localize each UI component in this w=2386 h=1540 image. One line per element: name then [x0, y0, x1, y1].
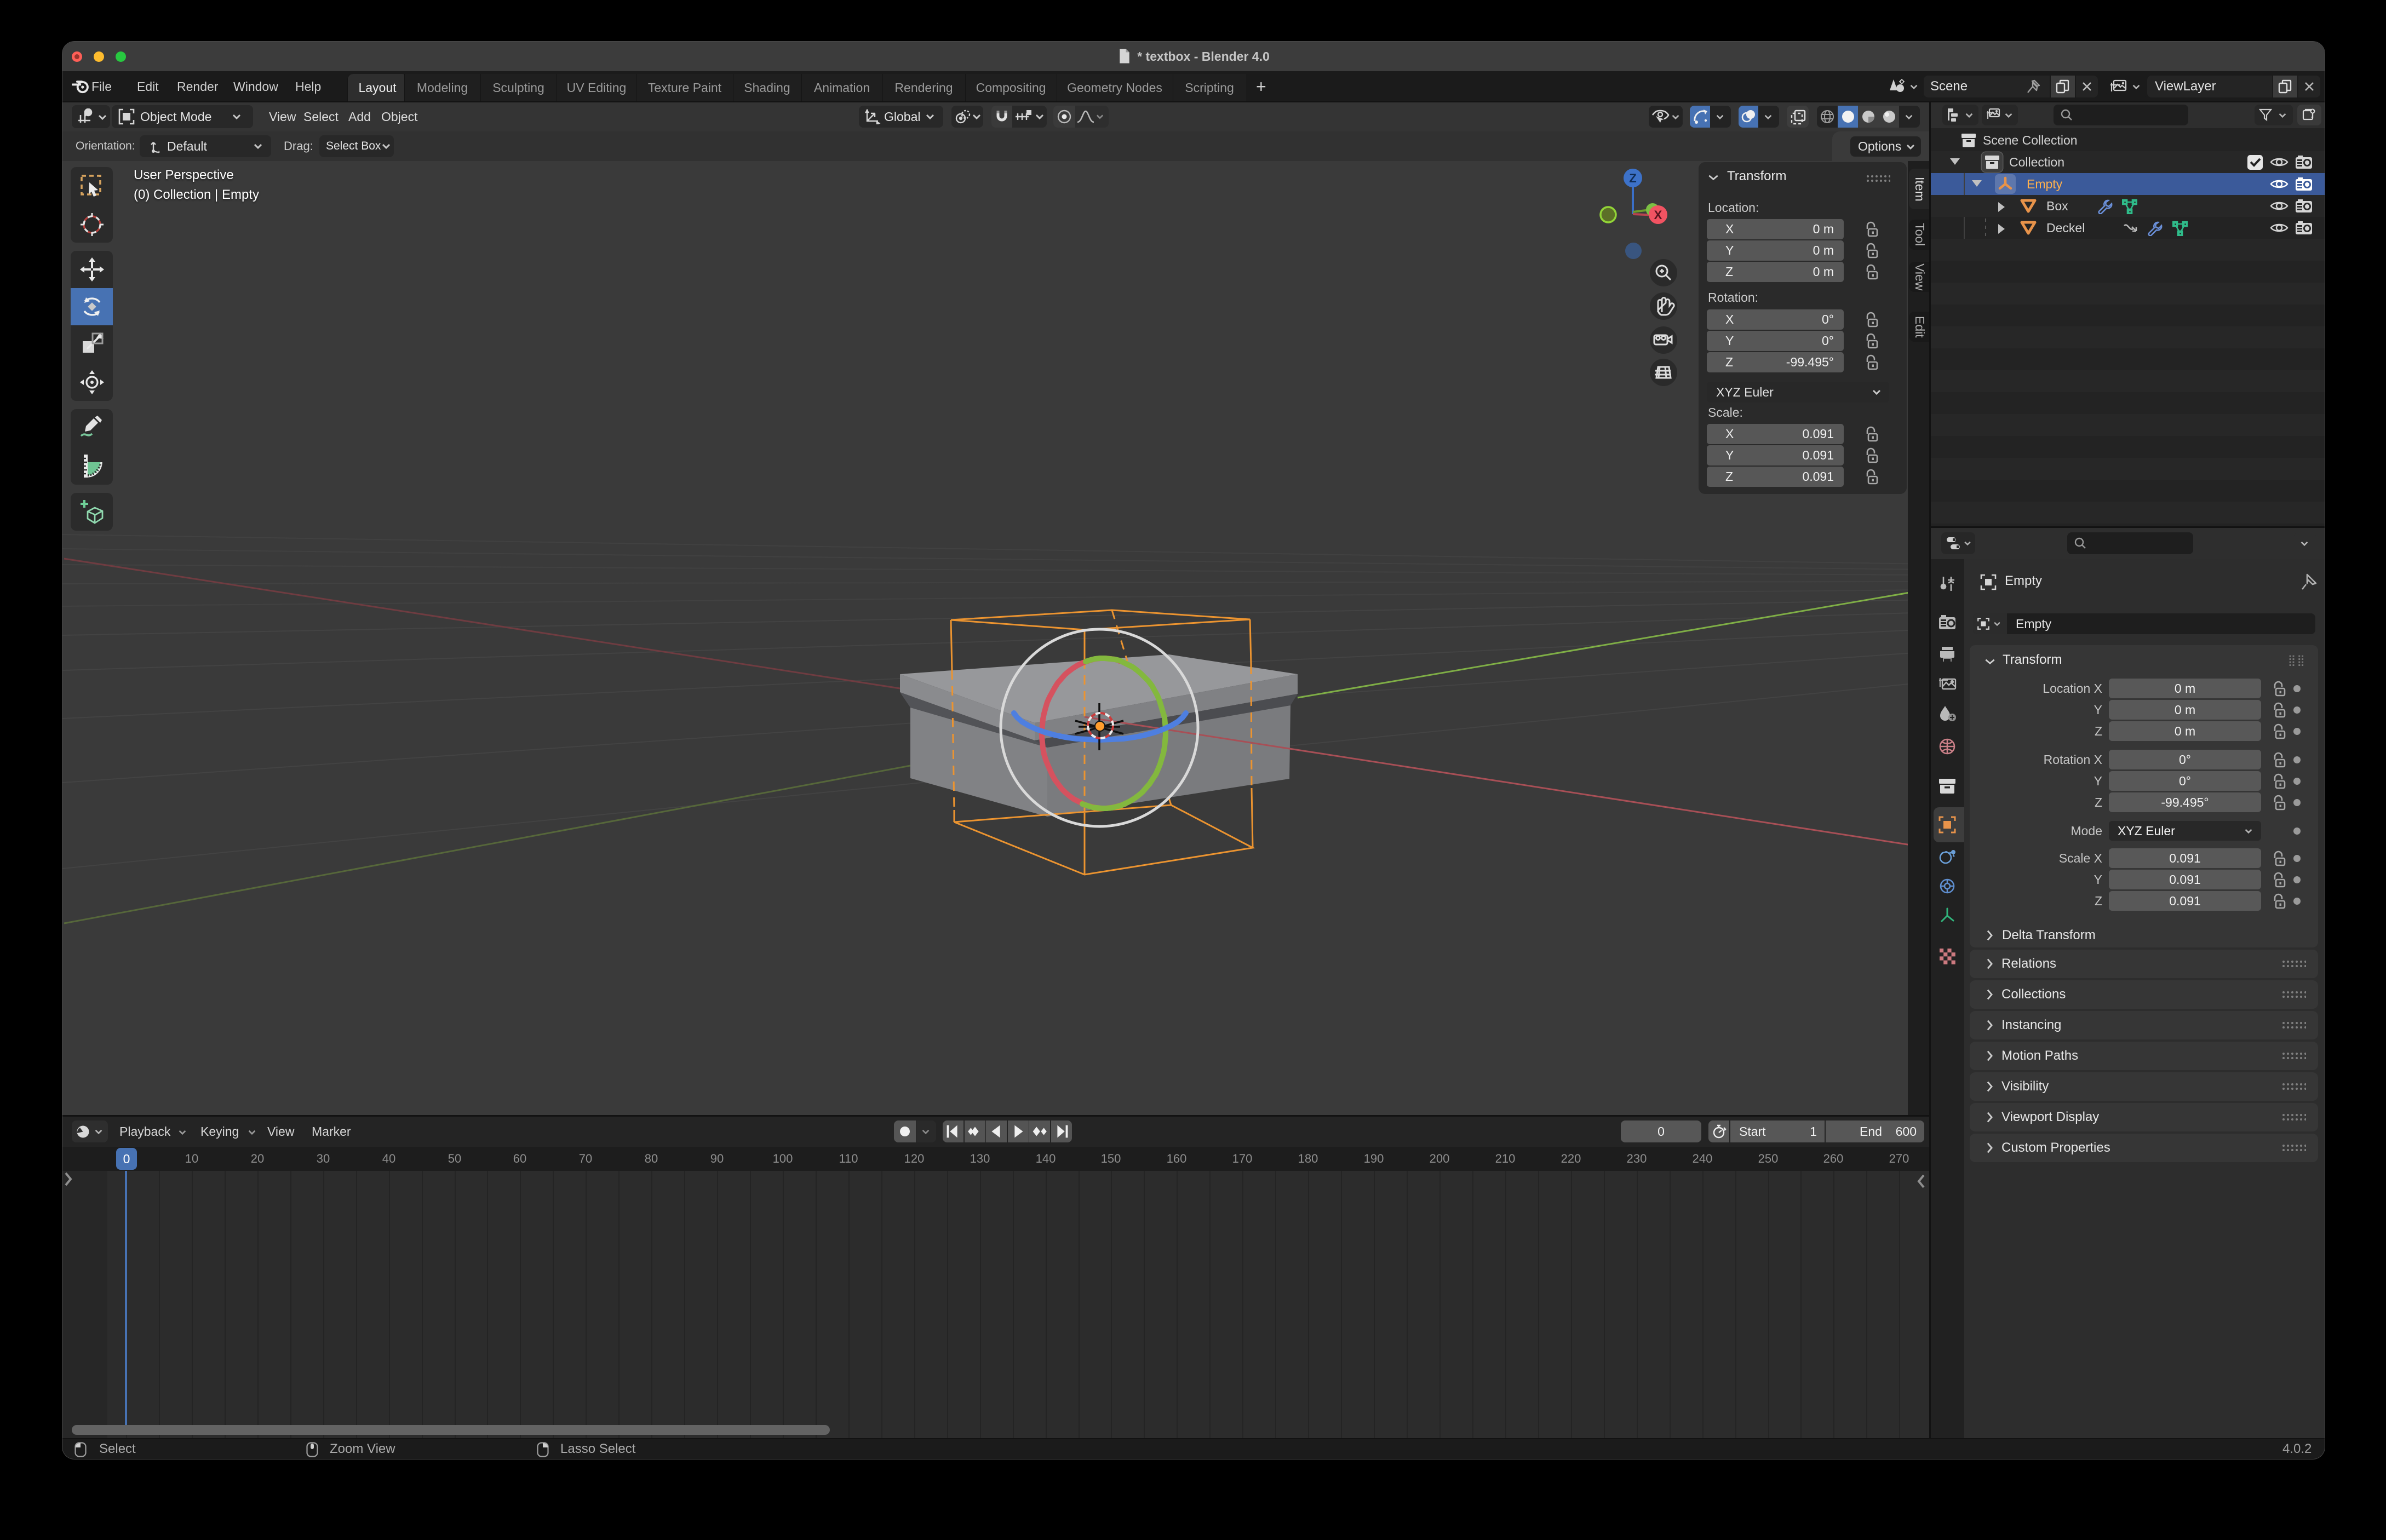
svg-text:Z: Z: [1629, 171, 1636, 185]
svg-text:X: X: [1654, 208, 1662, 222]
